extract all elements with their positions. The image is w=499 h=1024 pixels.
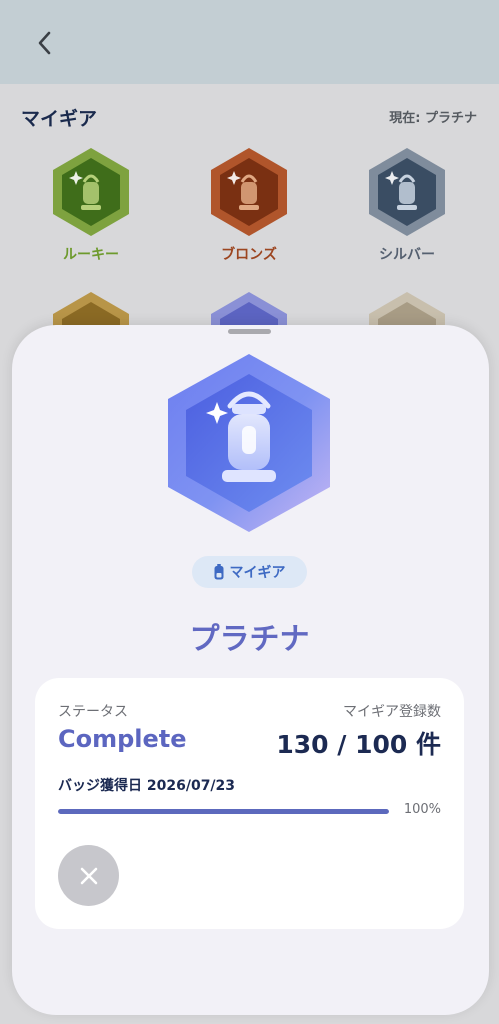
close-icon [80,867,97,884]
sheet-drag-handle[interactable] [228,329,271,334]
badge-bronze[interactable]: ブロンズ [194,146,304,264]
badge-label-silver: シルバー [379,247,435,263]
badge-label-rookie: ルーキー [63,247,119,263]
lantern-icon [53,148,129,236]
battery-icon [214,564,223,580]
chevron-left-icon [38,31,51,55]
category-pill: マイギア [192,556,307,588]
section-title: マイギア [21,108,98,130]
lantern-icon [53,292,129,330]
lantern-icon [211,292,287,330]
current-level-text: 現在: プラチナ [389,111,477,126]
progress-bar [58,809,389,814]
category-label: マイギア [229,565,286,581]
status-label: ステータス [58,704,128,720]
status-value: Complete [58,725,187,753]
lantern-icon [211,148,287,236]
badge-label-bronze: ブロンズ [221,247,277,263]
badge-silver[interactable]: シルバー [352,146,462,264]
close-button[interactable] [58,845,119,906]
lantern-icon [369,148,445,236]
app-header [0,0,499,84]
badge-rookie[interactable]: ルーキー [36,146,146,264]
count-value: 130 / 100 件 [276,730,441,759]
badge-name: プラチナ [189,622,310,657]
back-button[interactable] [20,20,70,66]
progress-percent: 100% [403,802,441,817]
lantern-icon [369,292,445,330]
progress-fill [58,809,389,814]
lantern-icon [168,354,330,532]
earned-date: バッジ獲得日 2026/07/23 [58,778,236,794]
count-label: マイギア登録数 [343,704,441,720]
